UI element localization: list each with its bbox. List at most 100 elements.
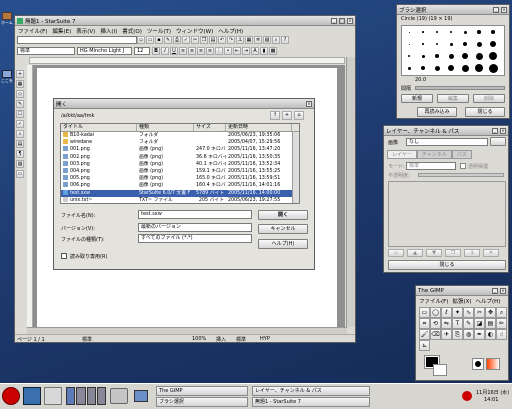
tab-layers[interactable]: レイヤー xyxy=(387,150,417,159)
open-icon[interactable]: ▭ xyxy=(146,36,154,44)
brush-preset[interactable] xyxy=(435,54,439,58)
brush-preset[interactable] xyxy=(436,31,438,33)
italic-icon[interactable]: I xyxy=(161,46,169,55)
brush-preset[interactable] xyxy=(475,52,483,60)
edit-brush-button[interactable]: 編集 xyxy=(437,94,469,103)
brush-preset[interactable] xyxy=(408,55,410,57)
font-color-icon[interactable]: A xyxy=(251,46,259,55)
menu-tools[interactable]: ツール(T) xyxy=(147,27,171,35)
brush-preset[interactable] xyxy=(408,31,410,33)
close-icon[interactable]: × xyxy=(306,100,312,107)
edit-icon[interactable]: ✎ xyxy=(164,36,172,44)
gimp-titlebar[interactable]: The GIMP _ × xyxy=(416,286,508,296)
dodge-burn-icon[interactable]: ◐ xyxy=(485,329,496,340)
numbering-icon[interactable]: ⋮ xyxy=(215,46,223,55)
airbrush-icon[interactable]: ✈ xyxy=(441,329,452,340)
color-picker-icon[interactable]: ✎ xyxy=(463,318,474,329)
autospell-icon[interactable]: ✓ xyxy=(16,120,24,128)
brush-preset[interactable] xyxy=(491,30,495,34)
paste-icon[interactable]: ▤ xyxy=(209,36,217,44)
ink-icon[interactable]: ✒ xyxy=(474,329,485,340)
file-row[interactable]: 003.png 画像 (png) 40.1 キロバイト2005/11/16, 13:… xyxy=(61,160,299,168)
flip-icon[interactable]: ⇋ xyxy=(441,318,452,329)
brush-preset[interactable] xyxy=(475,64,483,72)
save-icon[interactable]: ▪ xyxy=(155,36,163,44)
increase-indent-icon[interactable]: ⇥ xyxy=(242,46,250,55)
file-row[interactable]: 004.png 画像 (png) 159.1 キロバイト2005/11/16, 13… xyxy=(61,167,299,175)
app-menu-icon[interactable] xyxy=(17,17,23,24)
readonly-checkbox[interactable] xyxy=(61,253,67,259)
refresh-button[interactable]: 再読み込み xyxy=(417,107,457,117)
close-icon[interactable]: × xyxy=(500,287,506,294)
brush-preset[interactable] xyxy=(408,43,410,45)
horizontal-scrollbar[interactable] xyxy=(27,327,347,334)
filetype-select[interactable]: すべてのファイル (*.*) xyxy=(138,234,252,243)
clock-date[interactable]: 11月16日 (水) xyxy=(476,389,509,396)
brush-grid[interactable] xyxy=(401,25,505,76)
file-row[interactable]: 006.png 画像 (png) 160.4 キロバイト2005/11/16, 14… xyxy=(61,182,299,189)
brush-preset[interactable] xyxy=(461,64,469,72)
fuzzy-select-icon[interactable]: ✦ xyxy=(452,307,463,318)
menu-help[interactable]: ヘルプ(H) xyxy=(218,27,243,35)
start-here-desktop-icon[interactable]: ここを xyxy=(0,70,14,86)
default-directory-icon[interactable]: ⌂ xyxy=(294,111,304,120)
brush-preset[interactable] xyxy=(422,43,424,45)
graphics-off-icon[interactable]: ▨ xyxy=(16,160,24,168)
bold-icon[interactable]: B xyxy=(152,46,160,55)
delete-brush-button[interactable]: 削除 xyxy=(473,94,505,103)
workspace-switcher[interactable] xyxy=(66,387,106,405)
brush-preset[interactable] xyxy=(462,53,468,59)
status-selection-mode[interactable]: 標準 xyxy=(236,336,260,343)
tab-channels[interactable]: チャンネル xyxy=(416,150,452,159)
brush-preset[interactable] xyxy=(477,30,481,34)
brush-preset[interactable] xyxy=(488,63,498,73)
paintbrush-icon[interactable]: 🖌 xyxy=(419,329,430,340)
align-left-icon[interactable]: ≡ xyxy=(179,46,187,55)
gimp-menu-file[interactable]: ファイル(F) xyxy=(419,297,448,305)
menu-view[interactable]: 表示(V) xyxy=(76,27,95,35)
menu-insert[interactable]: 挿入(I) xyxy=(100,27,117,35)
new-layer-icon[interactable]: ▫ xyxy=(388,249,404,257)
navigator-icon[interactable]: ✲ xyxy=(254,36,262,44)
brush-preset[interactable] xyxy=(463,42,467,46)
measure-icon[interactable]: ⊾ xyxy=(419,340,430,351)
horizontal-ruler[interactable] xyxy=(29,57,345,64)
undo-icon[interactable]: ↶ xyxy=(218,36,226,44)
data-sources-icon[interactable]: ▤ xyxy=(16,140,24,148)
up-one-level-icon[interactable]: ↑ xyxy=(270,111,280,120)
justify-icon[interactable]: ≡ xyxy=(206,46,214,55)
bullets-icon[interactable]: • xyxy=(224,46,232,55)
show-desktop-icon[interactable] xyxy=(134,390,148,402)
pencil-icon[interactable]: ✏ xyxy=(496,318,507,329)
move-icon[interactable]: ✥ xyxy=(485,307,496,318)
brush-preset[interactable] xyxy=(476,41,482,47)
auto-button[interactable] xyxy=(490,137,506,146)
clock-time[interactable]: 14:01 xyxy=(484,397,498,403)
align-right-icon[interactable]: ≡ xyxy=(197,46,205,55)
help-button[interactable]: ヘルプ(H) xyxy=(258,239,308,249)
crop-icon[interactable]: ⌗ xyxy=(419,318,430,329)
minimize-icon[interactable]: _ xyxy=(492,127,498,134)
decrease-indent-icon[interactable]: ⇤ xyxy=(233,46,241,55)
table-icon[interactable]: ▦ xyxy=(245,36,253,44)
brush-preset[interactable] xyxy=(463,30,467,34)
brush-preset[interactable] xyxy=(421,54,425,58)
column-size[interactable]: サイズ xyxy=(194,124,226,131)
brush-preset[interactable] xyxy=(448,53,454,59)
gimp-menu-xtns[interactable]: 拡張(X) xyxy=(452,297,471,305)
maximize-icon[interactable]: □ xyxy=(339,17,345,24)
copy-icon[interactable]: ❐ xyxy=(200,36,208,44)
column-title[interactable]: タイトル xyxy=(61,124,137,131)
font-size-select[interactable]: 12 xyxy=(134,46,150,55)
layers-titlebar[interactable]: レイヤー、チャンネル & パス _ × xyxy=(384,126,508,136)
form-functions-icon[interactable]: ☐ xyxy=(16,110,24,118)
spacing-slider[interactable] xyxy=(415,86,505,90)
raise-layer-icon[interactable]: ▲ xyxy=(407,249,423,257)
close-icon[interactable]: × xyxy=(500,127,506,134)
minimize-icon[interactable]: _ xyxy=(493,6,499,13)
gimp-menu-help[interactable]: ヘルプ(H) xyxy=(476,297,501,305)
vertical-ruler[interactable] xyxy=(27,65,33,327)
writer-titlebar[interactable]: 無題1 - StarSuite 7 _ □ × xyxy=(15,16,355,26)
column-type[interactable]: 種類 xyxy=(137,124,194,131)
lower-layer-icon[interactable]: ▼ xyxy=(426,249,442,257)
